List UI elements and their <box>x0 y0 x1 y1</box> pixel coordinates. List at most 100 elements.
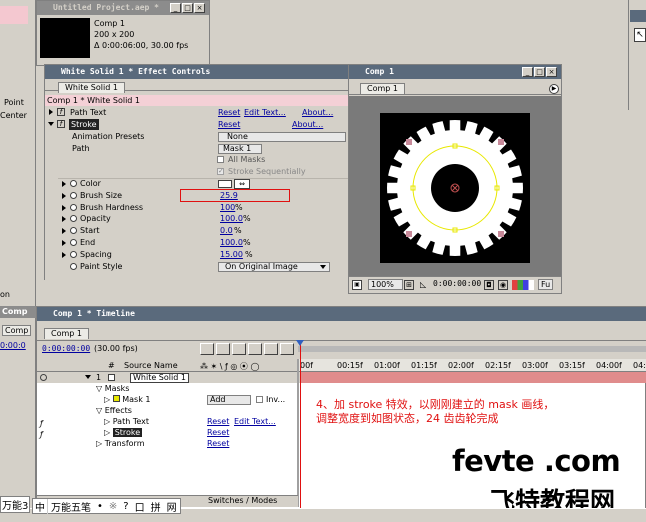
rgb-channels-icon[interactable] <box>512 280 534 290</box>
comp-menu-arrow-icon[interactable]: ▶ <box>549 84 559 94</box>
animation-presets-dropdown[interactable]: None <box>218 132 346 142</box>
close-button[interactable]: × <box>194 3 205 13</box>
stopwatch-icon[interactable] <box>70 251 77 258</box>
effects-group[interactable]: ▽ Effects <box>96 406 132 415</box>
selection-tool-icon[interactable]: ↖ <box>634 28 646 42</box>
frame-blend-icon[interactable] <box>248 343 262 355</box>
effect-controls-titlebar[interactable]: White Solid 1 * Effect Controls <box>45 65 349 79</box>
start-value[interactable]: 0.0 <box>220 225 233 236</box>
comp-canvas[interactable] <box>380 113 530 263</box>
tab-white-solid[interactable]: White Solid 1 <box>58 82 125 93</box>
timeline-titlebar[interactable]: Comp 1 * Timeline <box>37 307 646 321</box>
transform-reset-link[interactable]: Reset <box>207 439 229 448</box>
brush-hardness-expand-icon[interactable] <box>62 205 66 211</box>
chevron-down-icon[interactable] <box>320 265 326 269</box>
playhead-icon[interactable] <box>296 340 304 346</box>
maximize-button[interactable]: □ <box>182 3 193 13</box>
layer-duration-bar[interactable] <box>300 372 646 383</box>
current-time-indicator[interactable] <box>300 340 301 508</box>
path-text-edit-link[interactable]: Edit Text... <box>234 417 276 426</box>
layer-handle[interactable] <box>406 231 412 237</box>
stroke-seq-checkbox[interactable]: ✓ <box>217 168 224 175</box>
comp-view-icon[interactable]: ▣ <box>352 280 362 290</box>
eyedropper-icon[interactable]: ⇔ <box>234 179 250 189</box>
fx-icon[interactable]: f <box>57 108 65 116</box>
stopwatch-icon[interactable] <box>70 227 77 234</box>
comp-timecode[interactable]: 0:00:00:00 <box>433 279 481 288</box>
grid-icon[interactable]: ⊞ <box>404 280 414 290</box>
fx-toggle-icon[interactable]: ƒ <box>40 430 43 439</box>
timeline-timecode[interactable]: 0:00:00:00 <box>42 344 90 353</box>
end-value[interactable]: 100.0 <box>220 237 243 248</box>
eye-icon[interactable] <box>40 374 47 381</box>
path-text-about[interactable]: About... <box>302 107 333 118</box>
path-text-reset-link[interactable]: Reset <box>207 417 229 426</box>
path-dropdown[interactable]: Mask 1 <box>218 144 262 154</box>
stopwatch-icon[interactable] <box>70 239 77 246</box>
col-source-header[interactable]: Source Name <box>124 361 178 370</box>
channel-icon[interactable]: ◉ <box>498 280 508 290</box>
brush-size-value[interactable]: 25.9 <box>220 190 238 201</box>
ime-item-1[interactable]: ※ <box>106 501 120 512</box>
ime-zh-icon[interactable]: 中 <box>33 499 47 514</box>
color-swatch[interactable] <box>218 180 232 188</box>
project-item-name[interactable]: Comp 1 <box>94 19 125 28</box>
stroke-effect-row[interactable]: ▷ Stroke <box>104 428 143 437</box>
graph-icon[interactable] <box>280 343 294 355</box>
close-button[interactable]: × <box>546 67 557 77</box>
ime-label[interactable]: 万能五笔 <box>47 498 94 514</box>
resolution-dropdown[interactable]: Fu <box>538 279 554 290</box>
shy-icon[interactable] <box>232 343 246 355</box>
ime-item-5[interactable]: 网 <box>164 499 180 514</box>
path-text-effect-row[interactable]: ▷ Path Text <box>104 417 149 426</box>
switches-modes-toggle[interactable]: Switches / Modes <box>208 496 277 505</box>
paint-style-dropdown[interactable]: On Original Image <box>218 262 330 272</box>
work-area-bar[interactable] <box>298 346 646 352</box>
layer-expand-icon[interactable] <box>85 375 91 379</box>
spacing-expand-icon[interactable] <box>62 252 66 258</box>
minimize-button[interactable]: _ <box>522 67 533 77</box>
stopwatch-icon[interactable] <box>70 215 77 222</box>
ime-item-3[interactable]: 口 <box>132 499 148 514</box>
fx-icon[interactable]: f <box>57 120 65 128</box>
stroke-expand-icon[interactable] <box>48 122 54 126</box>
stroke-reset-link[interactable]: Reset <box>207 428 229 437</box>
motion-blur-icon[interactable] <box>264 343 278 355</box>
mask1-row[interactable]: ▷ Mask 1 <box>104 395 151 404</box>
camera-icon[interactable]: ◘ <box>484 280 494 290</box>
ime-item-4[interactable]: 拼 <box>148 499 164 514</box>
draft-3d-icon[interactable] <box>216 343 230 355</box>
brush-hardness-value[interactable]: 100 <box>220 202 235 213</box>
tab-timeline-comp[interactable]: Comp 1 <box>44 328 89 339</box>
layer-handle[interactable] <box>498 139 504 145</box>
layer-handle[interactable] <box>498 231 504 237</box>
fx-toggle-icon[interactable]: ƒ <box>40 419 43 428</box>
color-expand-icon[interactable] <box>62 181 66 187</box>
zoom-dropdown[interactable]: 100% <box>368 279 403 290</box>
live-update-icon[interactable] <box>200 343 214 355</box>
timeline-ruler[interactable]: 00f 00:15f 01:00f 01:15f 02:00f 02:15f 03:00f 0… <box>298 359 646 372</box>
left-edge-comp-tab[interactable]: Comp <box>2 325 32 336</box>
tab-comp[interactable]: Comp 1 <box>360 83 405 94</box>
start-expand-icon[interactable] <box>62 228 66 234</box>
transform-group[interactable]: ▷ Transform <box>96 439 145 448</box>
stopwatch-icon[interactable] <box>70 192 77 199</box>
opacity-value[interactable]: 100.0 <box>220 213 243 224</box>
opacity-expand-icon[interactable] <box>62 216 66 222</box>
all-masks-checkbox[interactable] <box>217 156 224 163</box>
stopwatch-icon[interactable] <box>70 180 77 187</box>
spacing-value[interactable]: 15.00 <box>220 249 243 260</box>
stroke-about[interactable]: About... <box>292 119 323 130</box>
path-text-edit[interactable]: Edit Text... <box>244 107 286 118</box>
brush-size-expand-icon[interactable] <box>62 193 66 199</box>
stopwatch-icon[interactable] <box>70 204 77 211</box>
end-expand-icon[interactable] <box>62 240 66 246</box>
layer-handle[interactable] <box>406 139 412 145</box>
invert-checkbox[interactable] <box>256 396 263 403</box>
layer-name[interactable]: White Solid 1 <box>130 373 189 383</box>
snapshot-icon[interactable]: ◺ <box>420 280 430 290</box>
stroke-reset[interactable]: Reset <box>218 119 240 130</box>
path-text-reset[interactable]: Reset <box>218 107 240 118</box>
masks-group[interactable]: ▽ Masks <box>96 384 129 393</box>
stroke-label[interactable]: Stroke <box>69 119 99 130</box>
